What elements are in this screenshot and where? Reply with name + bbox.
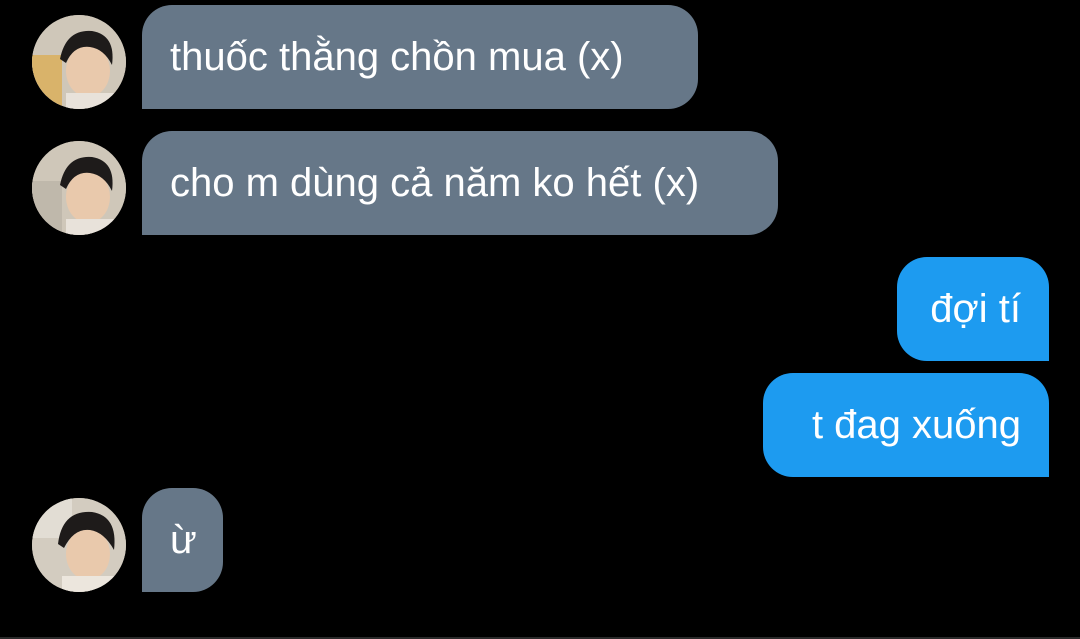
message-text: thuốc thằng chồn mua (x) (170, 35, 624, 79)
contact-avatar[interactable] (32, 498, 126, 592)
contact-avatar[interactable] (32, 141, 126, 235)
contact-avatar[interactable] (32, 15, 126, 109)
chat-thread: thuốc thằng chồn mua (x) cho m dùng cả n… (0, 0, 1080, 639)
message-bubble-received[interactable]: cho m dùng cả năm ko hết (x) (142, 131, 778, 235)
message-bubble-received[interactable]: thuốc thằng chồn mua (x) (142, 5, 698, 109)
message-text: ừ (170, 518, 197, 562)
message-text: cho m dùng cả năm ko hết (x) (170, 161, 700, 205)
message-bubble-sent[interactable]: t đag xuống (763, 373, 1049, 477)
message-bubble-received[interactable]: ừ (142, 488, 223, 592)
message-text: t đag xuống (811, 403, 1021, 447)
message-bubble-sent[interactable]: đợi tí (897, 257, 1049, 361)
message-text: đợi tí (930, 287, 1021, 331)
